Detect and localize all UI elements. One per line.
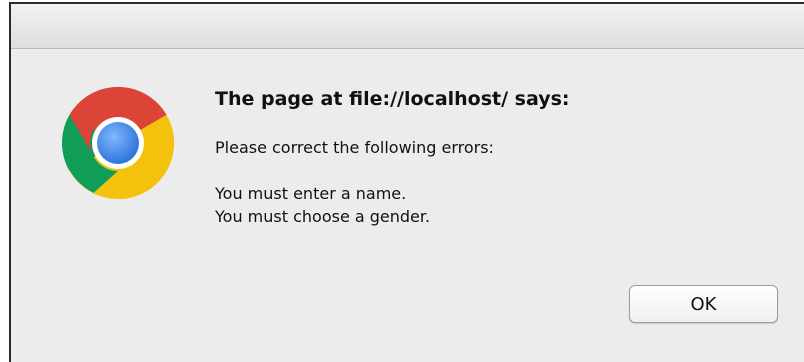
message-line: You must enter a name.	[215, 184, 407, 203]
dialog-message: Please correct the following errors: You…	[215, 136, 494, 228]
message-spacer	[215, 159, 494, 182]
chrome-icon	[62, 87, 174, 199]
message-line: Please correct the following errors:	[215, 138, 494, 157]
ok-button[interactable]: OK	[629, 285, 778, 323]
dialog-titlebar	[11, 4, 804, 49]
message-line: You must choose a gender.	[215, 207, 431, 226]
alert-dialog: The page at file://localhost/ says: Plea…	[9, 2, 804, 362]
dialog-title: The page at file://localhost/ says:	[215, 88, 570, 110]
